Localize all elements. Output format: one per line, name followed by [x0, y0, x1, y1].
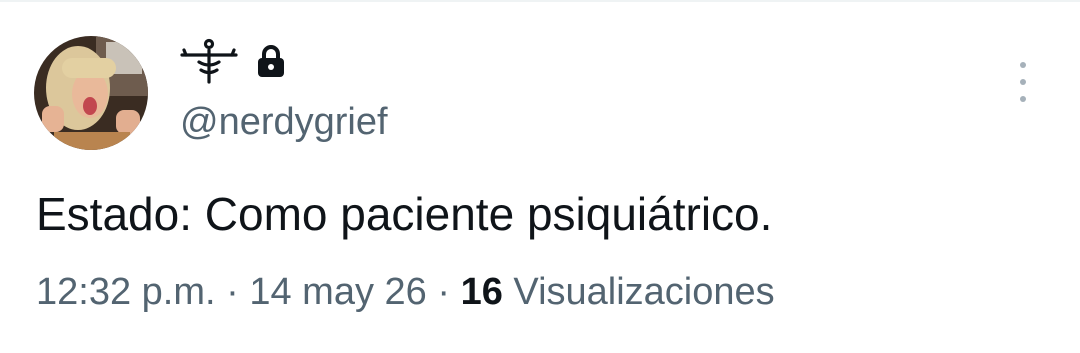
meta-separator: ·: [226, 271, 239, 313]
tweet-text: Estado: Como paciente psiquiátrico.: [36, 188, 773, 240]
display-name-row: [180, 38, 286, 84]
user-handle[interactable]: @nerdygrief: [180, 98, 388, 146]
symbol-glyph-icon: [180, 38, 238, 84]
top-divider: [0, 0, 1080, 2]
menu-dot: [1020, 62, 1026, 68]
views-label: Visualizaciones: [513, 271, 775, 313]
menu-dot: [1020, 96, 1026, 102]
more-vertical-icon[interactable]: [1008, 62, 1038, 102]
avatar-image: [34, 36, 148, 150]
menu-dot: [1020, 79, 1026, 85]
tweet-meta: 12:32 p.m. · 14 may 26 · 16 Visualizacio…: [36, 268, 775, 316]
lock-icon: [258, 45, 284, 77]
meta-separator: ·: [437, 271, 451, 313]
views-count: 16: [460, 271, 503, 313]
tweet-date[interactable]: 14 may 26: [249, 271, 426, 313]
avatar[interactable]: [34, 36, 148, 150]
tweet-time[interactable]: 12:32 p.m.: [36, 271, 216, 313]
